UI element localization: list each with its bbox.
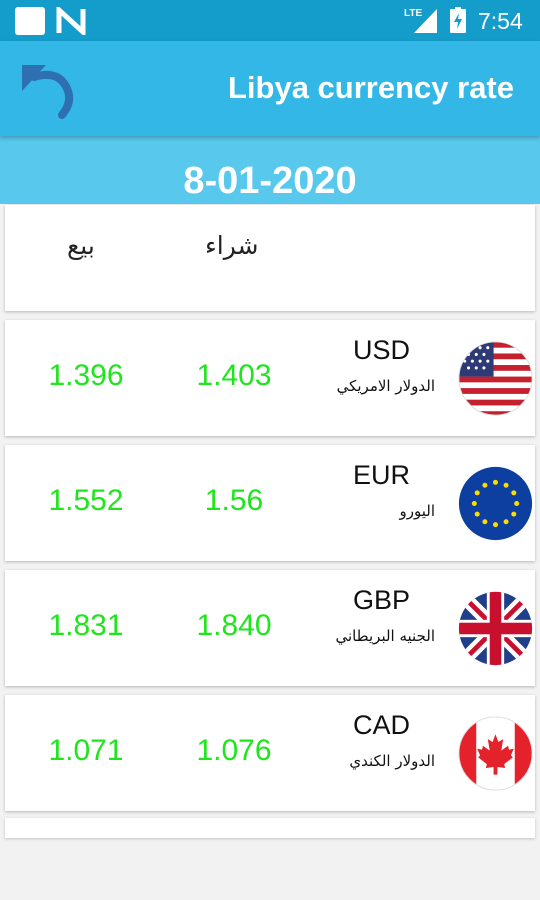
currency-row-gbp[interactable]: 1.831 1.840 GBP الجنيه البريطاني xyxy=(5,570,535,686)
currency-name: الدولار الامريكي xyxy=(336,377,435,395)
canada-flag-icon xyxy=(458,716,533,791)
sell-column-header: بيع xyxy=(67,231,95,260)
currency-name: الدولار الكندي xyxy=(349,752,435,770)
uk-flag-icon xyxy=(458,591,533,666)
sell-rate: 1.396 xyxy=(48,359,124,392)
currency-row-usd[interactable]: 1.396 1.403 USD الدولار الامريكي xyxy=(5,320,535,436)
battery-charging-icon xyxy=(450,7,466,33)
currency-row-partial[interactable] xyxy=(5,818,535,838)
app-title: Libya currency rate xyxy=(227,70,514,105)
column-header-card: بيع شراء xyxy=(5,205,535,311)
buy-rate: 1.403 xyxy=(196,359,272,392)
currency-name: الجنيه البريطاني xyxy=(335,627,435,645)
sell-rate: 1.831 xyxy=(48,609,124,642)
currency-code: CAD xyxy=(352,710,410,740)
status-bar: LTE 7:54 xyxy=(0,0,540,41)
currency-code: EUR xyxy=(352,460,410,490)
us-flag-icon xyxy=(458,341,533,416)
currency-name: اليورو xyxy=(399,502,435,520)
buy-rate: 1.840 xyxy=(196,609,272,642)
clock-time: 7:54 xyxy=(478,8,523,34)
currency-code: USD xyxy=(352,335,410,365)
notification-square-icon xyxy=(15,7,45,35)
rate-date: 8-01-2020 xyxy=(183,160,357,202)
app-bar: Libya currency rate xyxy=(0,41,540,136)
sell-rate: 1.071 xyxy=(48,734,124,767)
lte-signal-icon: LTE xyxy=(404,8,437,33)
n-logo-icon xyxy=(56,7,86,35)
buy-rate: 1.076 xyxy=(196,734,272,767)
currency-row-eur[interactable]: 1.552 1.56 EUR اليورو xyxy=(5,445,535,561)
buy-column-header: شراء xyxy=(205,231,259,260)
undo-back-icon[interactable] xyxy=(14,57,80,123)
currency-code: GBP xyxy=(352,585,410,615)
date-band: 8-01-2020 xyxy=(0,136,540,204)
currency-row-cad[interactable]: 1.071 1.076 CAD الدولار الكندي xyxy=(5,695,535,811)
sell-rate: 1.552 xyxy=(48,484,124,517)
eu-flag-icon xyxy=(458,466,533,541)
svg-text:LTE: LTE xyxy=(404,8,422,19)
buy-rate: 1.56 xyxy=(204,484,264,517)
